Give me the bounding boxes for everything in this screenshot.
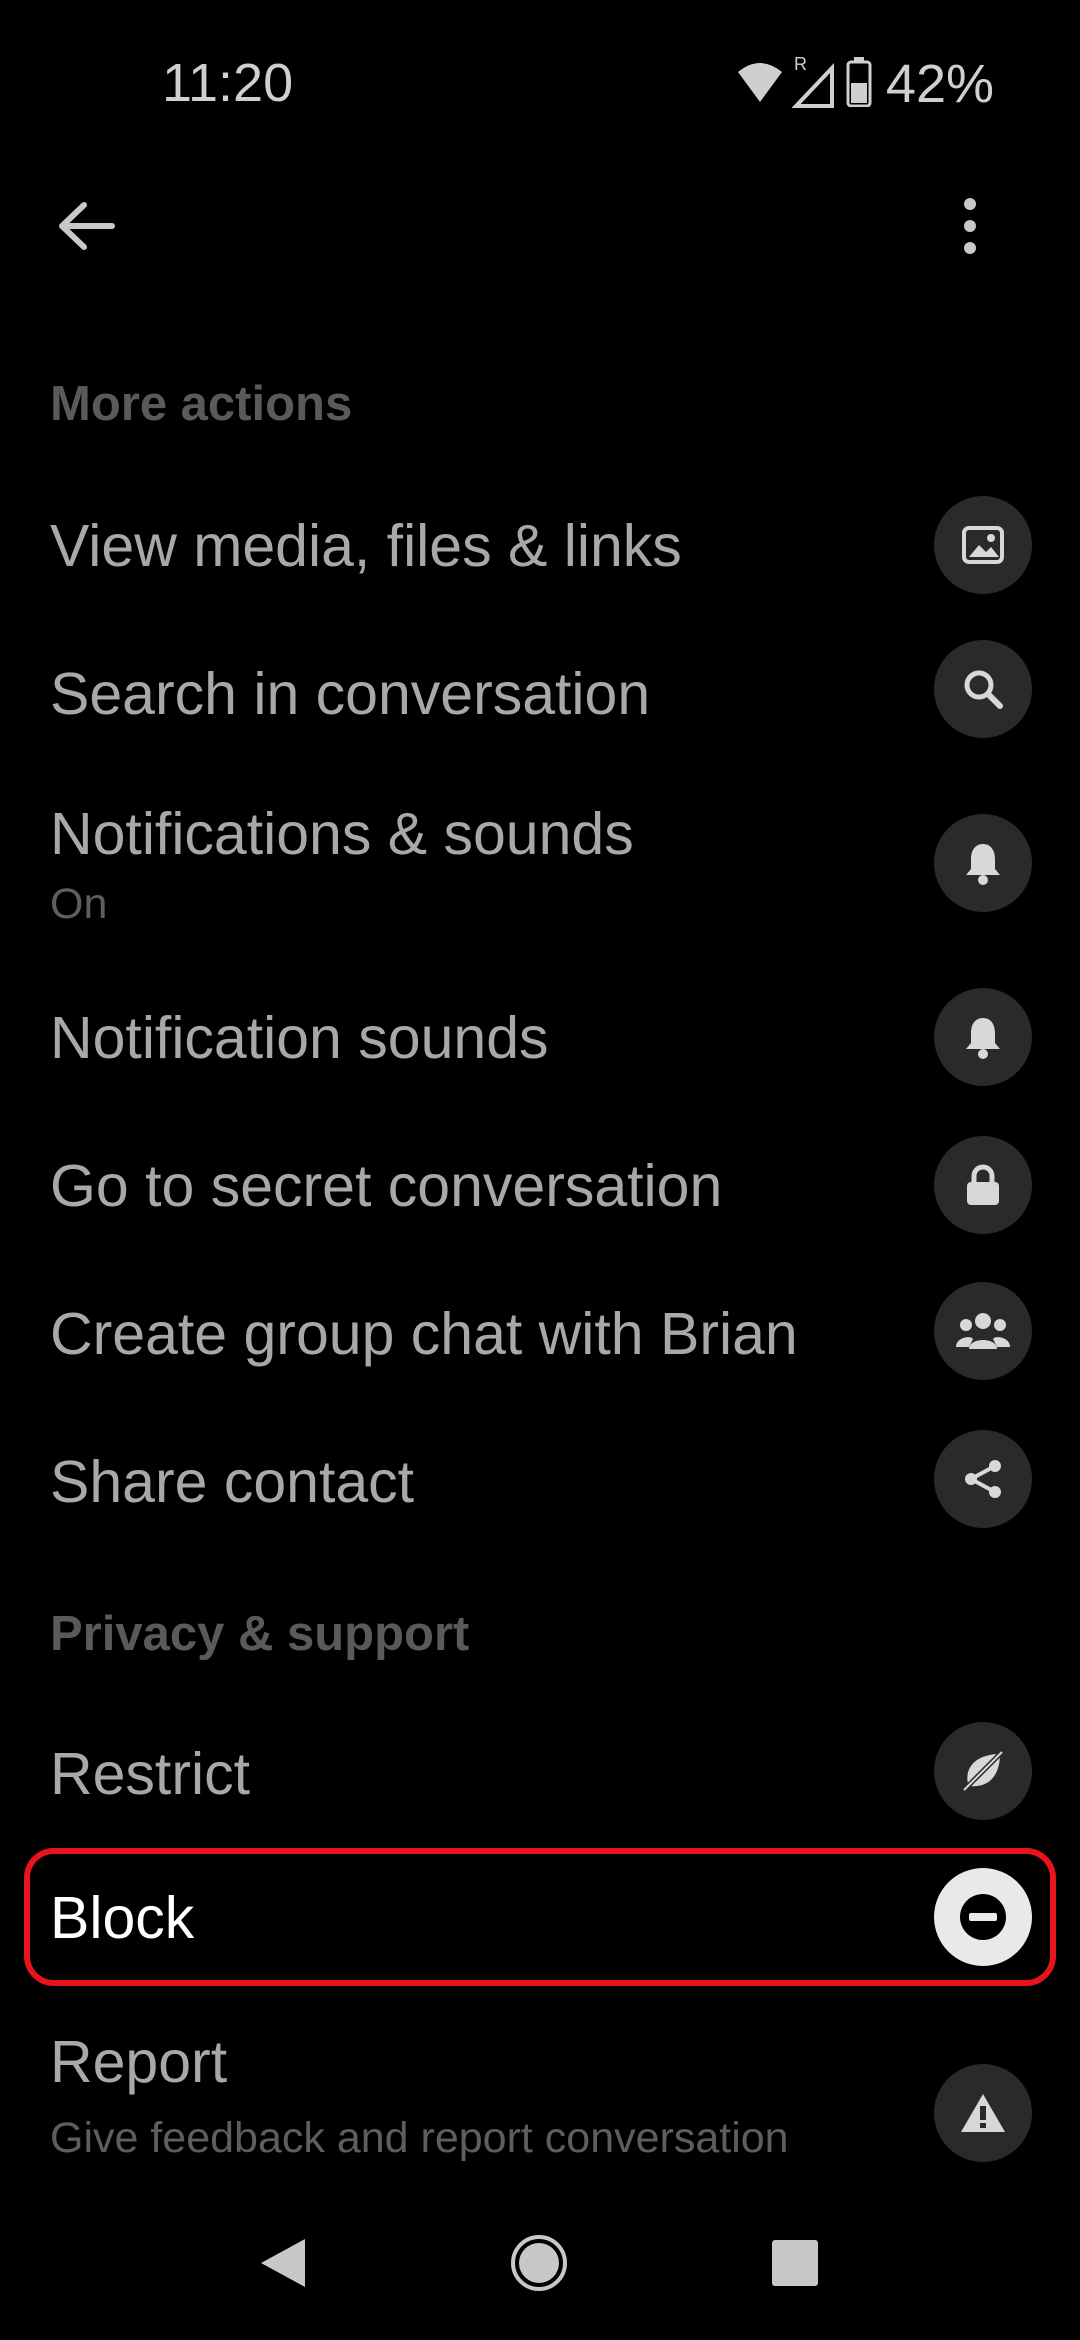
row-secret-conversation[interactable]: Go to secret conversation	[0, 1136, 1080, 1246]
system-nav-bar	[0, 2210, 1080, 2320]
row-label: Search in conversation	[50, 661, 651, 727]
row-notification-sounds[interactable]: Notification sounds	[0, 988, 1080, 1098]
battery-icon	[846, 56, 872, 112]
nav-back-button[interactable]	[228, 2210, 338, 2320]
status-icons: R 42%	[736, 52, 994, 116]
bell-icon	[934, 988, 1032, 1086]
section-header-privacy-support: Privacy & support	[50, 1607, 470, 1661]
back-button[interactable]	[48, 190, 124, 266]
row-notifications-sounds[interactable]: Notifications & sounds On	[0, 790, 1080, 940]
row-sublabel: Give feedback and report conversation	[50, 2114, 789, 2162]
row-create-group-chat[interactable]: Create group chat with Brian	[0, 1282, 1080, 1392]
signal-roaming-icon: R	[791, 54, 838, 115]
row-sublabel: On	[50, 880, 108, 928]
restrict-icon	[934, 1722, 1032, 1820]
row-report[interactable]: Report Give feedback and report conversa…	[0, 2020, 1080, 2180]
recents-square-icon	[770, 2238, 820, 2293]
nav-home-button[interactable]	[484, 2210, 594, 2320]
more-vert-icon	[962, 196, 978, 261]
search-icon	[934, 640, 1032, 738]
image-icon	[934, 496, 1032, 594]
status-time: 11:20	[162, 53, 294, 113]
warning-icon	[934, 2064, 1032, 2162]
status-bar: 11:20 R 42%	[0, 0, 1080, 170]
group-icon	[934, 1282, 1032, 1380]
svg-text:R: R	[794, 54, 807, 74]
more-options-button[interactable]	[940, 186, 1000, 270]
row-search-conversation[interactable]: Search in conversation	[0, 640, 1080, 750]
battery-percent: 42%	[885, 54, 994, 114]
row-block[interactable]: Block	[0, 1866, 1080, 1976]
row-label: Block	[50, 1885, 195, 1951]
row-label: Notification sounds	[50, 1005, 549, 1071]
row-share-contact[interactable]: Share contact	[0, 1430, 1080, 1540]
row-label: Go to secret conversation	[50, 1153, 723, 1219]
arrow-left-icon	[56, 201, 116, 256]
lock-icon	[934, 1136, 1032, 1234]
row-label: Restrict	[50, 1741, 250, 1807]
back-triangle-icon	[257, 2235, 309, 2296]
nav-recents-button[interactable]	[740, 2210, 850, 2320]
row-label: View media, files & links	[50, 513, 682, 579]
home-circle-icon	[509, 2233, 569, 2298]
row-label: Create group chat with Brian	[50, 1301, 798, 1367]
row-label: Report	[50, 2029, 228, 2095]
row-label: Notifications & sounds	[50, 801, 634, 867]
block-icon	[934, 1868, 1032, 1966]
bell-icon	[934, 814, 1032, 912]
row-restrict[interactable]: Restrict	[0, 1722, 1080, 1832]
section-header-more-actions: More actions	[50, 377, 353, 431]
row-view-media[interactable]: View media, files & links	[0, 490, 1080, 600]
wifi-icon	[736, 60, 784, 109]
row-label: Share contact	[50, 1449, 415, 1515]
share-icon	[934, 1430, 1032, 1528]
